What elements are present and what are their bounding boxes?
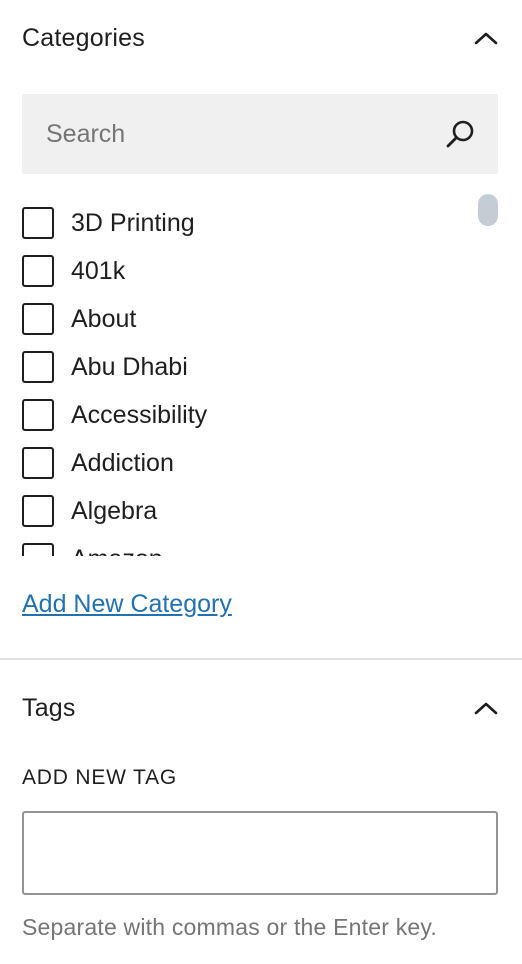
tags-help-text: Separate with commas or the Enter key.: [22, 914, 437, 940]
category-item[interactable]: 3D Printing: [22, 206, 195, 240]
category-item[interactable]: Addiction: [22, 446, 174, 480]
categories-panel-header[interactable]: Categories: [0, 8, 522, 68]
add-new-tag-label: ADD NEW TAG: [22, 766, 178, 789]
category-checkbox[interactable]: [22, 447, 54, 479]
category-label: Algebra: [71, 496, 158, 525]
category-label: Amazon: [71, 545, 163, 557]
category-item[interactable]: 401k: [22, 254, 125, 288]
category-item[interactable]: Algebra: [22, 494, 157, 528]
tags-panel-header[interactable]: Tags: [0, 678, 522, 738]
search-icon[interactable]: [444, 117, 478, 151]
category-label: 401k: [71, 256, 126, 285]
category-checkbox[interactable]: [22, 255, 54, 287]
category-label: Accessibility: [71, 400, 208, 429]
category-item[interactable]: Accessibility: [22, 398, 207, 432]
category-checkbox[interactable]: [22, 303, 54, 335]
category-label: Abu Dhabi: [71, 352, 188, 381]
category-checkbox[interactable]: [22, 399, 54, 431]
category-checkbox[interactable]: [22, 207, 54, 239]
category-checkbox[interactable]: [22, 351, 54, 383]
category-search-box[interactable]: [22, 94, 498, 174]
add-new-tag-input[interactable]: [22, 811, 498, 895]
category-checkbox[interactable]: [22, 543, 54, 556]
category-checkbox[interactable]: [22, 495, 54, 527]
category-item[interactable]: About: [22, 302, 136, 336]
chevron-up-icon: [474, 32, 498, 45]
category-list-scrollbar[interactable]: [478, 194, 498, 226]
category-item[interactable]: Amazon: [22, 542, 163, 556]
category-search-input[interactable]: [46, 119, 444, 149]
category-label: Addiction: [71, 448, 174, 477]
category-item[interactable]: Abu Dhabi: [22, 350, 188, 384]
category-label: About: [71, 304, 137, 333]
category-label: 3D Printing: [71, 208, 195, 237]
chevron-up-icon: [474, 702, 498, 715]
panel-divider: [0, 658, 522, 660]
categories-title: Categories: [22, 23, 145, 52]
tags-collapse-button[interactable]: [466, 688, 506, 728]
add-new-category-link[interactable]: Add New Category: [22, 590, 232, 619]
tags-title: Tags: [22, 693, 76, 722]
category-checklist: 3D Printing 401k About Abu Dhabi Accessi…: [22, 198, 498, 556]
categories-collapse-button[interactable]: [466, 18, 506, 58]
